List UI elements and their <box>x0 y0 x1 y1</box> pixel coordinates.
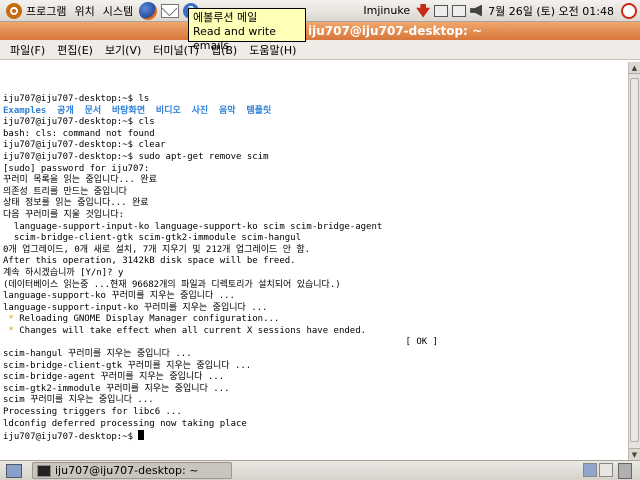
scrollbar-thumb[interactable] <box>630 78 639 442</box>
terminal-line: After this operation, 3142kB disk space … <box>3 256 296 267</box>
prompt-line: iju707@iju707-desktop:~$ <box>3 430 628 442</box>
terminal-line: iju707@iju707-desktop:~$ sudo apt-get re… <box>3 151 269 162</box>
trash-icon[interactable] <box>618 462 632 479</box>
terminal-bullet-line: * Changes will take effect when all curr… <box>3 326 628 338</box>
bottom-panel: iju707@iju707-desktop: ~ <box>0 460 640 480</box>
menu-view[interactable]: 보기(V) <box>99 42 147 58</box>
menu-edit[interactable]: 편집(E) <box>51 42 99 58</box>
taskbar-terminal-button[interactable]: iju707@iju707-desktop: ~ <box>32 462 232 479</box>
workspace-2[interactable] <box>599 462 613 477</box>
terminal-line: 계속 하시겠습니까 [Y/n]? y <box>3 267 124 278</box>
system-menu[interactable]: 시스템 <box>99 0 137 22</box>
text-cursor <box>138 430 145 441</box>
terminal-line: iju707@iju707-desktop:~$ ls <box>3 94 150 104</box>
printer-icon[interactable] <box>452 4 467 17</box>
applications-menu[interactable]: 프로그램 <box>0 0 70 22</box>
terminal-line: scim-gtk2-immodule 꾸러미를 지우는 중입니다 ... <box>3 383 230 394</box>
vertical-scrollbar[interactable]: ▲ ▼ <box>628 62 640 460</box>
terminal-window: iju707@iju707-desktop: ~ 파일(F) 편집(E) 보기(… <box>0 22 640 460</box>
terminal-line: language-support-input-ko language-suppo… <box>3 221 383 232</box>
taskbar-terminal-label: iju707@iju707-desktop: ~ <box>55 464 199 477</box>
scroll-down-icon[interactable]: ▼ <box>629 448 640 460</box>
terminal-line: Processing triggers for libc6 ... <box>3 407 182 418</box>
terminal-icon <box>37 464 51 477</box>
launcher-tooltip: 에볼루션 메일 Read and write emails <box>188 8 306 52</box>
terminal-line: scim 꾸러미를 지우는 중입니다 ... <box>3 395 154 406</box>
window-title: iju707@iju707-desktop: ~ <box>308 24 483 38</box>
terminal-line: scim-bridge-client-gtk scim-gtk2-immodul… <box>3 233 302 244</box>
prompt-text: iju707@iju707-desktop:~$ <box>3 432 139 443</box>
firefox-launcher-icon[interactable] <box>139 1 158 20</box>
tooltip-description: Read and write emails <box>193 25 276 52</box>
terminal-line: 상태 정보를 읽는 중입니다... 완료 <box>3 198 149 209</box>
applications-menu-label: 프로그램 <box>26 4 67 18</box>
volume-icon[interactable] <box>470 4 483 17</box>
bullet-icon: * <box>3 325 20 336</box>
terminal-line: 다음 꾸러미를 지울 것입니다: <box>3 209 125 220</box>
terminal-line: ldconfig deferred processing now taking … <box>3 418 247 429</box>
evolution-mail-launcher-icon[interactable] <box>161 3 180 18</box>
terminal-line: language-support-input-ko 꾸러미를 지우는 중입니다 … <box>3 302 268 313</box>
terminal-line: [sudo] password for iju707: <box>3 163 150 174</box>
terminal-line: iju707@iju707-desktop:~$ cls <box>3 117 155 128</box>
ok-status: [ OK ] <box>405 337 438 348</box>
menu-bar: 파일(F) 편집(E) 보기(V) 터미널(T) 탭(B) 도움말(H) <box>0 40 640 60</box>
scroll-up-icon[interactable]: ▲ <box>629 62 640 74</box>
terminal-line: 0개 업그레이드, 0개 새로 설치, 7개 지우기 및 212개 업그레이드 … <box>3 244 311 255</box>
bullet-icon: * <box>3 314 20 325</box>
terminal-line: 의존성 트리를 만드는 중입니다 <box>3 186 127 197</box>
power-icon[interactable] <box>621 2 637 19</box>
terminal-line: (데이터베이스 읽는중 ...현재 96682개의 파일과 디렉토리가 설치되어… <box>3 279 341 290</box>
bullet-text: Reloading GNOME Display Manager configur… <box>19 314 280 325</box>
top-panel: 프로그램 위치 시스템 ? Imjinuke 7월 26일 (토) 오전 01:… <box>0 0 640 22</box>
user-switcher[interactable]: Imjinuke <box>359 0 414 22</box>
workspace-switcher[interactable] <box>582 462 636 479</box>
menu-file[interactable]: 파일(F) <box>4 42 51 58</box>
show-desktop-icon[interactable] <box>6 463 22 478</box>
ubuntu-logo-icon <box>6 2 22 19</box>
terminal-output[interactable]: iju707@iju707-desktop:~$ ls Examples 공개 … <box>0 62 628 460</box>
terminal-line: bash: cls: command not found <box>3 128 155 139</box>
terminal-line: scim-hangul 꾸러미를 지우는 중입니다 ... <box>3 349 192 360</box>
bullet-text: Changes will take effect when all curren… <box>19 325 367 336</box>
terminal-bullet-line: * Reloading GNOME Display Manager config… <box>3 314 628 326</box>
terminal-line: Examples 공개 문서 바탕화면 비디오 사진 음악 템플릿 <box>3 105 272 116</box>
tooltip-title: 에볼루션 메일 <box>193 11 258 24</box>
terminal-line: scim-bridge-agent 꾸러미를 지우는 중입니다 ... <box>3 372 225 383</box>
terminal-line: language-support-ko 꾸러미를 지우는 중입니다 ... <box>3 291 235 302</box>
terminal-line: iju707@iju707-desktop:~$ clear <box>3 140 166 151</box>
terminal-line: scim-bridge-client-gtk 꾸러미를 지우는 중입니다 ... <box>3 360 252 371</box>
terminal-line: 꾸러미 목록을 읽는 중입니다... 완료 <box>3 175 157 186</box>
places-menu[interactable]: 위치 <box>70 0 98 22</box>
network-monitor-icon[interactable] <box>434 4 449 17</box>
window-titlebar[interactable]: iju707@iju707-desktop: ~ <box>0 22 640 40</box>
workspace-1[interactable] <box>583 462 597 477</box>
clock[interactable]: 7월 26일 (토) 오전 01:48 <box>484 0 618 22</box>
update-notifier-icon[interactable] <box>416 3 431 18</box>
